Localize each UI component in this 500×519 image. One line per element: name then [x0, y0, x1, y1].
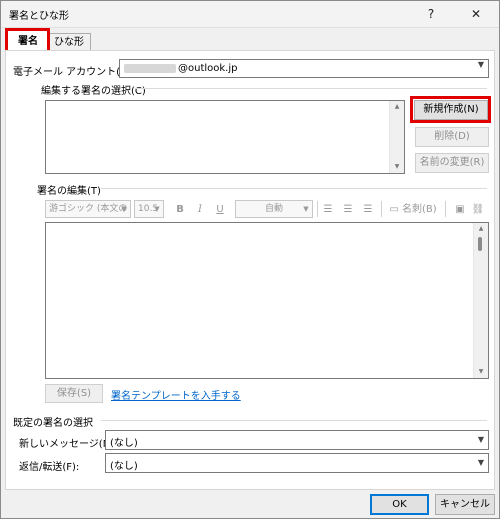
- signature-list[interactable]: ▲ ▼: [45, 100, 405, 174]
- toolbar-separator: [381, 201, 382, 217]
- default-signature-label: 既定の署名の選択: [13, 418, 93, 429]
- new-message-value: (なし): [110, 438, 138, 449]
- chevron-down-icon: ▼: [477, 458, 485, 467]
- divider: [101, 188, 487, 189]
- tab-strip: 署名 ひな形: [1, 27, 499, 52]
- italic-button[interactable]: I: [193, 202, 207, 218]
- underline-button[interactable]: U: [213, 202, 227, 218]
- divider: [135, 88, 487, 89]
- align-center-icon[interactable]: ☰: [341, 202, 355, 218]
- chevron-down-icon: ▼: [303, 205, 309, 213]
- scroll-up-icon[interactable]: ▲: [474, 223, 488, 235]
- business-card-label: 名刺(B): [401, 204, 437, 215]
- font-color-value: 自動: [264, 204, 283, 214]
- align-right-icon[interactable]: ☰: [361, 202, 375, 218]
- divider: [101, 420, 487, 421]
- reply-forward-select[interactable]: (なし) ▼: [105, 453, 489, 473]
- window-title: 署名とひな形: [9, 11, 69, 22]
- cancel-button[interactable]: キャンセル: [435, 494, 495, 515]
- signature-list-scrollbar[interactable]: ▲ ▼: [389, 101, 404, 173]
- font-select[interactable]: 游ゴシック (本文の ▼: [45, 200, 131, 218]
- reply-forward-value: (なし): [110, 461, 138, 472]
- email-account-select[interactable]: @outlook.jp ▼: [119, 59, 489, 78]
- save-button[interactable]: 保存(S): [45, 384, 103, 403]
- template-link[interactable]: 署名テンプレートを入手する: [111, 387, 241, 402]
- font-size-select[interactable]: 10.5 ▼: [134, 200, 164, 218]
- new-signature-button[interactable]: 新規作成(N): [414, 100, 488, 120]
- signature-editor[interactable]: ▲ ▼: [45, 222, 489, 379]
- new-message-select[interactable]: (なし) ▼: [105, 430, 489, 450]
- email-account-label: 電子メール アカウント(A):: [13, 67, 135, 78]
- chevron-down-icon: ▼: [121, 205, 127, 213]
- signatures-dialog: 署名とひな形 ? ✕ 署名 ひな形 電子メール アカウント(A): @outlo…: [0, 0, 500, 519]
- title-bar: 署名とひな形 ? ✕: [1, 1, 499, 28]
- delete-button[interactable]: 削除(D): [415, 127, 489, 147]
- chevron-down-icon: ▼: [477, 60, 485, 69]
- select-signature-label: 編集する署名の選択(C): [41, 86, 146, 97]
- redacted-email-user: [124, 63, 176, 73]
- tab-signature[interactable]: 署名: [7, 30, 49, 52]
- scroll-up-icon[interactable]: ▲: [390, 101, 404, 113]
- align-left-icon[interactable]: ☰: [321, 202, 335, 218]
- chevron-down-icon: ▼: [477, 435, 485, 444]
- scroll-down-icon[interactable]: ▼: [390, 161, 404, 173]
- help-button[interactable]: ?: [411, 1, 451, 27]
- rename-button[interactable]: 名前の変更(R): [415, 153, 489, 173]
- business-card-icon: ▭: [389, 204, 399, 215]
- scroll-down-icon[interactable]: ▼: [474, 366, 488, 378]
- bold-button[interactable]: B: [173, 202, 187, 218]
- chevron-down-icon: ▼: [154, 205, 160, 213]
- font-color-select[interactable]: 自動 ▼: [235, 200, 313, 218]
- toolbar-separator: [445, 201, 446, 217]
- toolbar-separator: [317, 201, 318, 217]
- font-value: 游ゴシック (本文の: [49, 204, 128, 214]
- business-card-button[interactable]: ▭ 名刺(B): [388, 202, 438, 218]
- reply-forward-label: 返信/転送(F):: [19, 462, 80, 473]
- insert-hyperlink-icon[interactable]: ⛓: [471, 202, 485, 218]
- edit-signature-label: 署名の編集(T): [37, 186, 101, 197]
- ok-button[interactable]: OK: [370, 494, 429, 515]
- close-button[interactable]: ✕: [456, 1, 496, 27]
- editor-scrollbar[interactable]: ▲ ▼: [473, 223, 488, 378]
- email-account-value: @outlook.jp: [178, 63, 238, 74]
- scroll-thumb[interactable]: [478, 237, 482, 251]
- insert-picture-icon[interactable]: ▣: [453, 202, 467, 218]
- new-message-label: 新しいメッセージ(M):: [19, 439, 119, 450]
